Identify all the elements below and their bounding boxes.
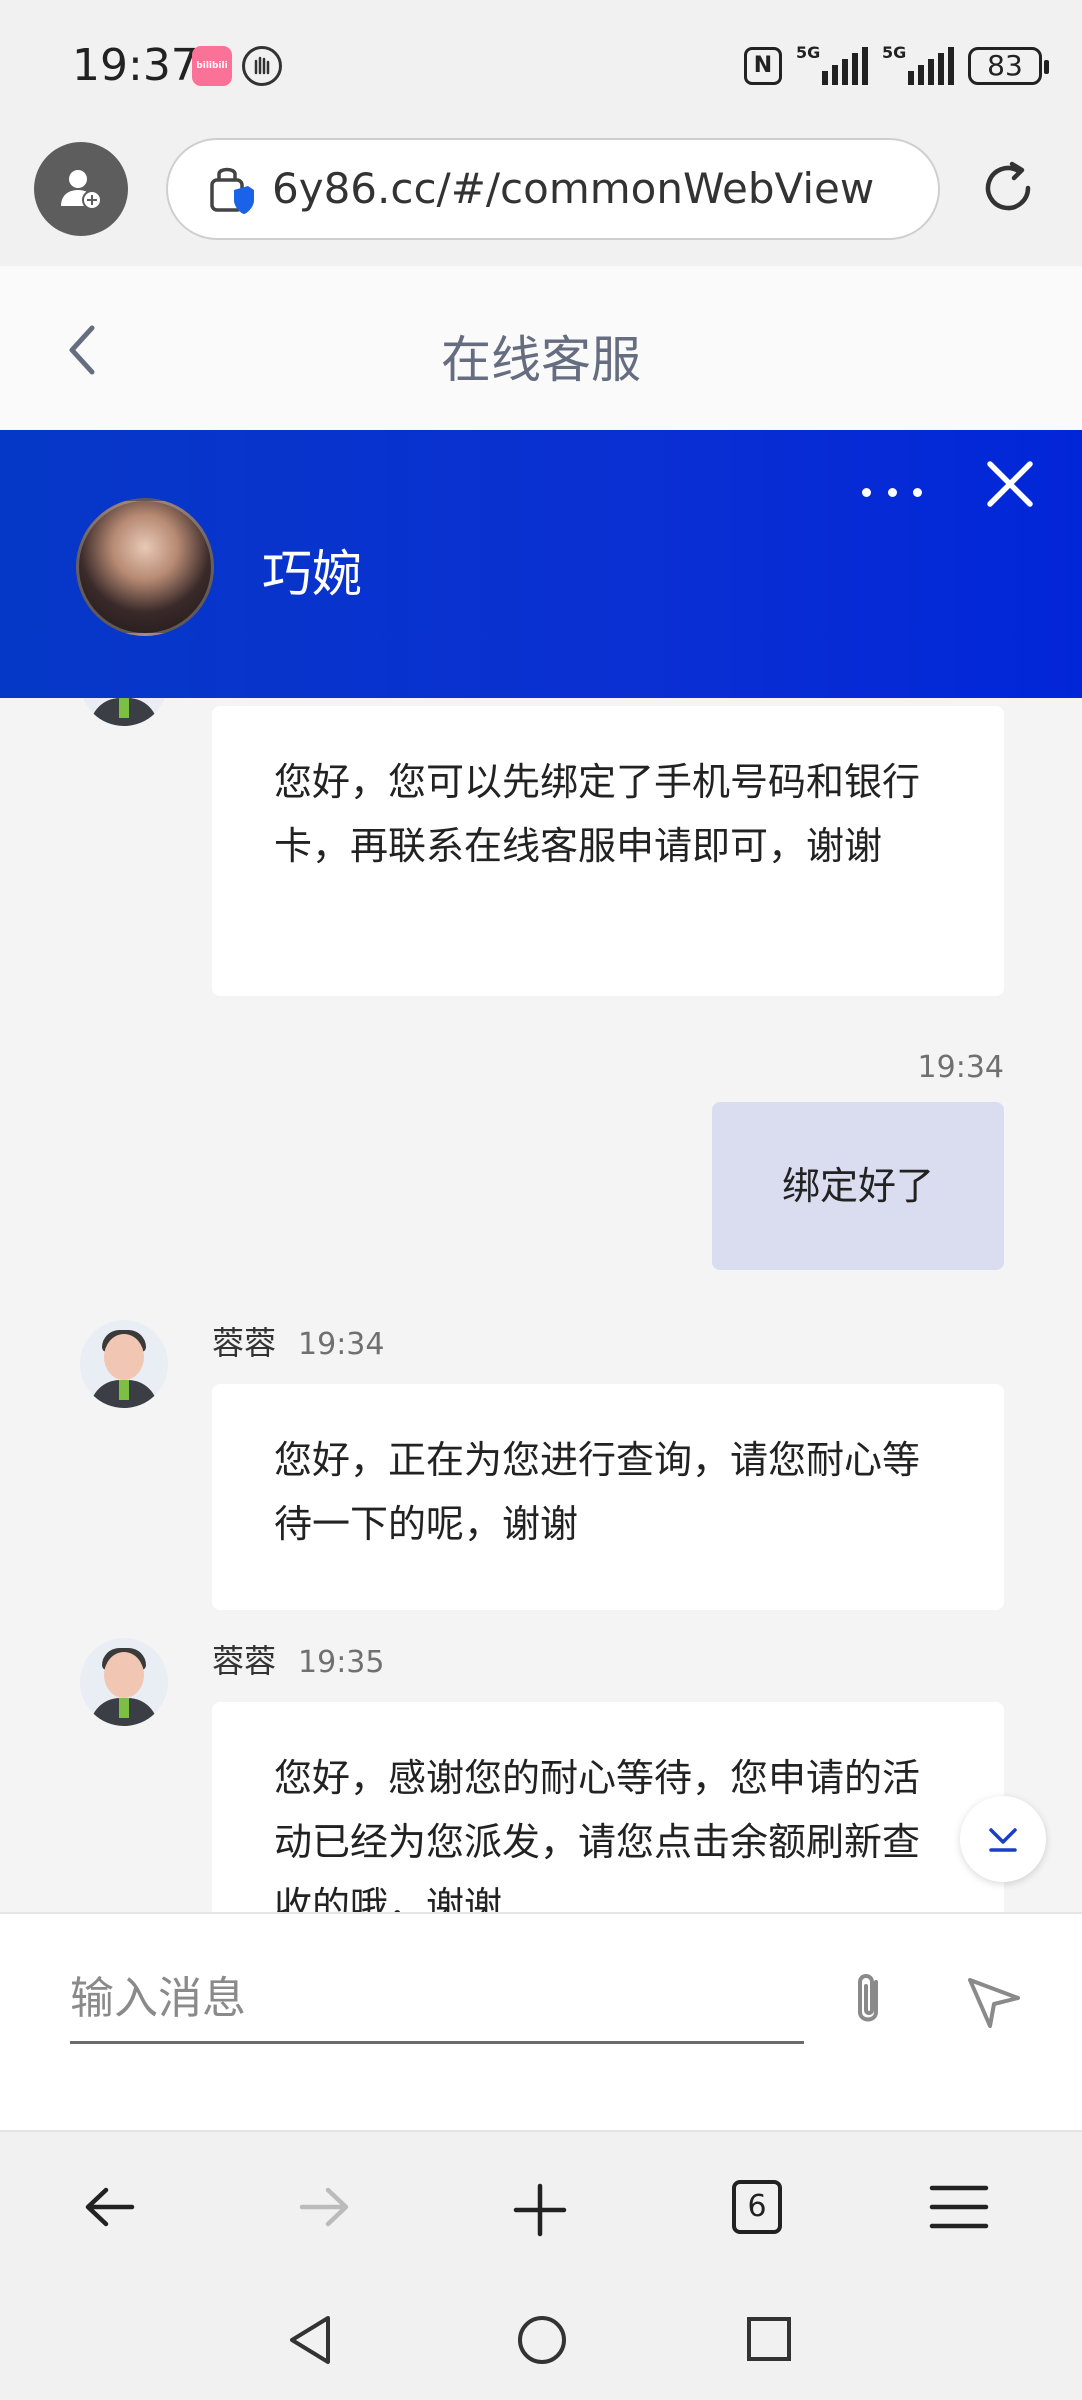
system-home-icon[interactable] <box>514 2312 570 2368</box>
address-bar[interactable]: 6y86.cc/#/commonWebView <box>166 138 940 240</box>
signal-label: 5G <box>882 43 907 62</box>
chevron-down-icon <box>989 1828 1017 1852</box>
back-arrow-icon[interactable] <box>80 2182 140 2232</box>
status-indicators: N 5G 5G 83 <box>744 42 1049 90</box>
battery-icon: 83 <box>968 47 1049 85</box>
close-icon[interactable] <box>982 456 1038 512</box>
agent-avatar-small <box>80 1320 168 1408</box>
scroll-to-bottom-button[interactable] <box>960 1796 1046 1882</box>
sender-name: 蓉蓉 <box>212 1324 277 1362</box>
reload-icon[interactable] <box>978 158 1038 218</box>
tab-switcher-button[interactable]: 6 <box>732 2180 782 2234</box>
menu-icon[interactable] <box>928 2182 990 2232</box>
message-bubble-incoming: 您好，您可以先绑定了手机号码和银行卡，再联系在线客服申请即可，谢谢 <box>212 706 1004 996</box>
screen: 19:37 bilibili N 5G 5G 83 6y86.cc/#/comm… <box>0 0 1082 2400</box>
system-navigation-bar <box>0 2280 1082 2400</box>
url-text: 6y86.cc/#/commonWebView <box>272 164 875 213</box>
send-icon[interactable] <box>964 1972 1024 2032</box>
page-title: 在线客服 <box>441 331 641 389</box>
page-header: 在线客服 <box>0 266 1082 430</box>
new-tab-icon[interactable] <box>512 2182 568 2238</box>
message-time: 19:34 <box>298 1327 385 1362</box>
signal-icon: 5G <box>882 43 954 85</box>
browser-toolbar: 6y86.cc/#/commonWebView <box>0 130 1082 266</box>
message-bubble-outgoing: 绑定好了 <box>712 1102 1004 1270</box>
secure-lock-icon <box>210 167 254 214</box>
sender-name: 蓉蓉 <box>212 1642 277 1680</box>
browser-navigation-bar: 6 <box>0 2130 1082 2280</box>
agent-avatar <box>76 498 214 636</box>
bilibili-app-icon: bilibili <box>192 46 232 86</box>
system-recents-icon[interactable] <box>744 2314 794 2364</box>
message-list[interactable]: 您好，您可以先绑定了手机号码和银行卡，再联系在线客服申请即可，谢谢 19:34 … <box>0 698 1082 1912</box>
message-input-bar <box>0 1912 1082 2130</box>
sender-info: 蓉蓉 19:35 <box>212 1636 384 1682</box>
message-time: 19:34 <box>917 1050 1004 1085</box>
forward-arrow-icon[interactable] <box>294 2182 354 2232</box>
chat-header: 巧婉 <box>0 430 1082 698</box>
agent-avatar-small <box>80 1638 168 1726</box>
message-time: 19:35 <box>298 1645 385 1680</box>
more-options-icon[interactable] <box>862 472 922 512</box>
agent-avatar-small <box>80 698 168 726</box>
message-bubble-incoming: 您好，感谢您的耐心等待，您申请的活动已经为您派发，请您点击余额刷新查收的哦，谢谢 <box>212 1702 1004 1912</box>
status-bar: 19:37 bilibili N 5G 5G 83 <box>0 0 1082 130</box>
message-input[interactable] <box>70 1956 804 2044</box>
sender-info: 蓉蓉 19:34 <box>212 1318 384 1364</box>
attachment-icon[interactable] <box>838 1968 898 2032</box>
signal-icon: 5G <box>796 43 868 85</box>
profile-button[interactable] <box>34 142 128 236</box>
nfc-icon: N <box>744 47 782 85</box>
message-bubble-incoming: 您好，正在为您进行查询，请您耐心等待一下的呢，谢谢 <box>212 1384 1004 1610</box>
system-back-icon[interactable] <box>284 2312 336 2368</box>
agent-name: 巧婉 <box>262 545 362 603</box>
signal-label: 5G <box>796 43 821 62</box>
status-time: 19:37 <box>72 40 199 91</box>
user-add-icon <box>61 170 102 210</box>
hand-icon <box>242 46 282 86</box>
